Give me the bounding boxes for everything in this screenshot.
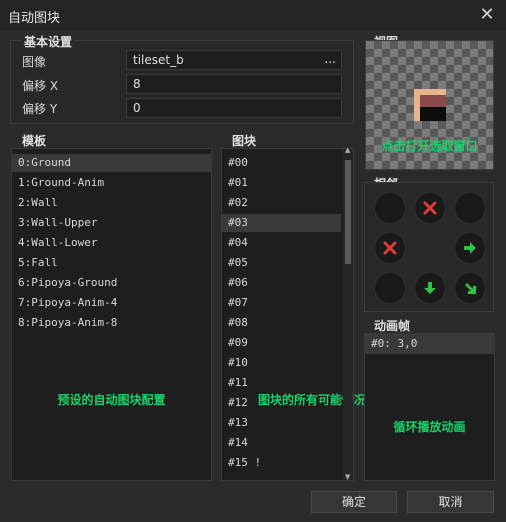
neighbor-cell[interactable] (374, 272, 406, 304)
tile-preview-image (414, 89, 446, 121)
animation-list: #0: 3,0 循环播放动画 (364, 333, 495, 481)
neighbor-cell[interactable] (454, 192, 486, 224)
offset-x-field[interactable]: 8 (126, 74, 342, 94)
neighbor-cell[interactable] (414, 272, 446, 304)
tiles-scroll-thumb[interactable] (345, 160, 351, 264)
arrow-right-icon (462, 240, 478, 256)
templates-title: 模板 (22, 134, 47, 148)
image-value: tileset_b (133, 53, 184, 67)
animation-title: 动画帧 (374, 319, 411, 333)
x-mark-icon (423, 201, 437, 215)
tile-item[interactable]: #00 (228, 154, 248, 172)
tile-item[interactable]: #05 (228, 254, 248, 272)
image-browse-button[interactable]: ... (325, 52, 336, 66)
ok-button[interactable]: 确定 (311, 491, 397, 513)
tile-item[interactable]: #03 (222, 214, 341, 232)
tile-item[interactable]: #02 (228, 194, 248, 212)
view-preview[interactable]: 点击打开选取窗口 (365, 40, 494, 170)
template-item[interactable]: 3:Wall-Upper (18, 214, 97, 232)
tiles-list: #00 #01 #02 #03 #04 #05 #06 #07 #08 #09 #10 #11 #12 #… (221, 146, 366, 481)
offset-y-label: 偏移 Y (22, 102, 58, 116)
template-item[interactable]: 4:Wall-Lower (18, 234, 97, 252)
neighbors-panel (364, 182, 494, 312)
x-mark-icon (383, 241, 397, 255)
tile-item[interactable]: #01 (228, 174, 248, 192)
view-hint: 点击打开选取窗口 (381, 139, 478, 153)
neighbor-cell[interactable] (454, 272, 486, 304)
neighbor-cell[interactable] (374, 192, 406, 224)
title-bar (0, 0, 506, 30)
template-item[interactable]: 7:Pipoya-Anim-4 (18, 294, 117, 312)
tile-item[interactable]: #11 (228, 374, 248, 392)
neighbor-cell[interactable] (414, 192, 446, 224)
template-item[interactable]: 0:Ground (12, 154, 211, 172)
template-item[interactable]: 6:Pipoya-Ground (18, 274, 117, 292)
basic-settings-title: 基本设置 (22, 33, 75, 50)
templates-list: 0:Ground 1:Ground-Anim 2:Wall 3:Wall-Upper 4… (11, 148, 212, 481)
arrow-down-right-icon (462, 280, 478, 296)
window-title: 自动图块 (8, 11, 61, 26)
tile-item[interactable]: #07 (228, 294, 248, 312)
tile-item[interactable]: #08 (228, 314, 248, 332)
animation-hint: 循环播放动画 (393, 420, 466, 434)
template-item[interactable]: 8:Pipoya-Anim-8 (18, 314, 117, 332)
tile-item[interactable]: #04 (228, 234, 248, 252)
tile-item[interactable]: #06 (228, 274, 248, 292)
tile-item[interactable]: #09 (228, 334, 248, 352)
tile-item[interactable]: #14 (228, 434, 248, 452)
template-item[interactable]: 2:Wall (18, 194, 58, 212)
template-item[interactable]: 5:Fall (18, 254, 58, 272)
neighbor-cell[interactable] (454, 232, 486, 264)
tile-item[interactable]: #10 (228, 354, 248, 372)
neighbor-cell[interactable] (374, 232, 406, 264)
close-icon[interactable]: ✕ (476, 4, 498, 26)
animation-frame-item[interactable]: #0: 3,0 (365, 334, 494, 354)
arrow-down-icon (422, 280, 438, 296)
tile-item[interactable]: #12 (228, 394, 248, 412)
template-item[interactable]: 1:Ground-Anim (18, 174, 104, 192)
offset-x-label: 偏移 X (22, 79, 59, 93)
image-label: 图像 (22, 55, 47, 69)
cancel-button[interactable]: 取消 (407, 491, 494, 513)
scroll-down-icon[interactable]: ▼ (345, 473, 350, 481)
tile-item[interactable]: #15 ! (228, 454, 261, 472)
image-field[interactable]: tileset_b ... (126, 50, 342, 70)
tiles-scrollbar[interactable]: ▲ ▼ (343, 146, 353, 481)
offset-y-field[interactable]: 0 (126, 98, 342, 118)
scroll-up-icon[interactable]: ▲ (345, 146, 350, 154)
tile-item[interactable]: #13 (228, 414, 248, 432)
tiles-title: 图块 (232, 134, 257, 148)
templates-hint: 预设的自动图块配置 (57, 393, 166, 407)
